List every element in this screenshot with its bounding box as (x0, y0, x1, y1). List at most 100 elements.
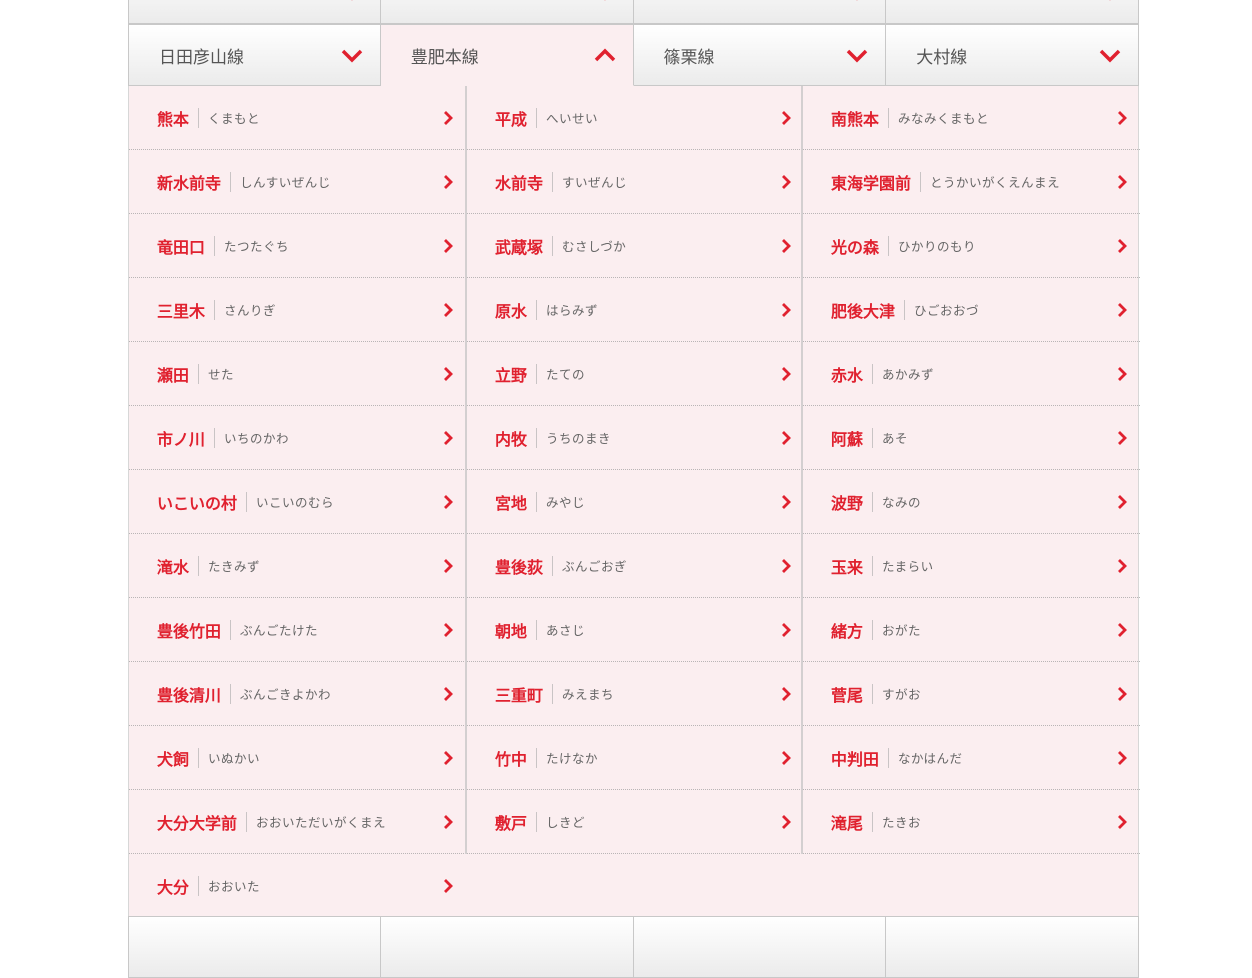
station-link[interactable]: 三重町 みえまち (467, 662, 804, 726)
chevron-right-icon (782, 174, 791, 189)
station-link[interactable]: 玉来 たまらい (803, 534, 1140, 598)
station-link[interactable]: 滝尾 たきお (803, 790, 1140, 854)
chevron-right-icon (1118, 494, 1127, 509)
chevron-right-icon (1118, 238, 1127, 253)
chevron-right-icon (444, 110, 453, 125)
tab-label: 日田彦山線 (159, 47, 244, 68)
tab-next-4[interactable] (886, 916, 1139, 978)
station-link[interactable]: いこいの村 いこいのむら (129, 470, 466, 534)
tab-next-3[interactable] (633, 916, 887, 978)
station-name: 竜田口 (157, 237, 206, 257)
station-link[interactable]: 菅尾 すがお (803, 662, 1140, 726)
station-name: 三重町 (495, 685, 544, 705)
divider (552, 235, 554, 256)
chevron-right-icon (782, 750, 791, 765)
station-link[interactable]: 光の森 ひかりのもり (803, 214, 1140, 278)
divider (230, 683, 232, 704)
station-link[interactable]: 瀬田 せた (129, 342, 466, 406)
station-link[interactable]: 赤水 あかみず (803, 342, 1140, 406)
chevron-down-icon (1099, 49, 1121, 63)
tab-row-next (128, 916, 1139, 978)
tab-next-1[interactable] (128, 916, 381, 978)
tab-prev-3[interactable] (633, 0, 887, 24)
divider (198, 363, 200, 384)
chevron-right-icon (782, 110, 791, 125)
chevron-right-icon (782, 814, 791, 829)
station-link[interactable]: 新水前寺 しんすいぜんじ (129, 150, 466, 214)
tab-prev-1[interactable] (128, 0, 381, 24)
station-link[interactable]: 犬飼 いぬかい (129, 726, 466, 790)
station-reading: おがた (882, 623, 922, 638)
divider (536, 107, 538, 128)
tab-label: 篠栗線 (663, 47, 715, 68)
station-link[interactable]: 市ノ川 いちのかわ (129, 406, 466, 470)
divider (888, 747, 890, 768)
station-reading: ひかりのもり (898, 239, 977, 254)
station-link[interactable]: 宮地 みやじ (467, 470, 804, 534)
station-link[interactable]: 大分大学前 おおいただいがくまえ (129, 790, 466, 854)
station-link[interactable]: 豊後清川 ぶんごきよかわ (129, 662, 466, 726)
tab-omura-line[interactable]: 大村線 (886, 24, 1139, 86)
station-link[interactable]: 水前寺 すいぜんじ (467, 150, 804, 214)
station-link[interactable]: 豊後荻 ぶんごおぎ (467, 534, 804, 598)
station-reading: たての (546, 367, 586, 382)
divider (246, 491, 248, 512)
station-reading: おおいただいがくまえ (256, 815, 387, 830)
station-link[interactable]: 東海学園前 とうかいがくえんまえ (803, 150, 1140, 214)
station-link[interactable]: 波野 なみの (803, 470, 1140, 534)
line-selector: 日田彦山線 豊肥本線 篠栗線 大村線 熊本 くまもと 新水前寺 しんすいぜんじ 竜田口た… (128, 0, 1140, 978)
station-reading: たつたぐち (224, 239, 290, 254)
station-reading: せた (208, 367, 235, 382)
station-link[interactable]: 熊本 くまもと (129, 86, 466, 150)
station-link[interactable]: 平成 へいせい (467, 86, 804, 150)
tab-hitahikosan-line[interactable]: 日田彦山線 (128, 24, 381, 86)
station-reading: なみの (882, 495, 922, 510)
station-name: 犬飼 (157, 749, 190, 769)
station-link[interactable]: 原水 はらみず (467, 278, 804, 342)
station-name: 中判田 (831, 749, 880, 769)
station-reading: たけなか (546, 751, 599, 766)
station-reading: たきみず (208, 559, 261, 574)
station-link[interactable]: 武蔵塚 むさしづか (467, 214, 804, 278)
station-link[interactable]: 立野 たての (467, 342, 804, 406)
station-link[interactable]: 敷戸 しきど (467, 790, 804, 854)
station-reading: とうかいがくえんまえ (930, 175, 1061, 190)
station-reading: しきど (546, 815, 586, 830)
station-reading: なかはんだ (898, 751, 963, 766)
divider (246, 811, 248, 832)
station-link[interactable]: 竜田口 たつたぐち (129, 214, 466, 278)
station-link[interactable]: 三里木 さんりぎ (129, 278, 466, 342)
tab-sasaguri-line[interactable]: 篠栗線 (633, 24, 887, 86)
station-link[interactable]: 朝地 あさじ (467, 598, 804, 662)
station-link[interactable]: 竹中 たけなか (467, 726, 804, 790)
station-link[interactable]: 南熊本 みなみくまもと (803, 86, 1140, 150)
divider (536, 491, 538, 512)
chevron-up-icon (594, 48, 615, 62)
chevron-down-icon (341, 49, 362, 63)
chevron-right-icon (444, 622, 453, 637)
station-name: 三里木 (157, 301, 206, 321)
divider (198, 875, 200, 896)
chevron-right-icon (1118, 110, 1127, 125)
station-link[interactable]: 内牧 うちのまき (467, 406, 804, 470)
station-link[interactable]: 中判田 なかはんだ (803, 726, 1140, 790)
station-reading: たまらい (882, 559, 934, 574)
station-link[interactable]: 緒方 おがた (803, 598, 1140, 662)
station-link[interactable]: 大分 おおいた (129, 854, 466, 918)
divider (872, 811, 874, 832)
station-reading: ぶんごきよかわ (240, 687, 332, 702)
chevron-right-icon (782, 366, 791, 381)
tab-next-2[interactable] (380, 916, 634, 978)
station-link[interactable]: 豊後竹田 ぶんごたけた (129, 598, 466, 662)
station-link[interactable]: 滝水 たきみず (129, 534, 466, 598)
chevron-right-icon (444, 494, 453, 509)
station-name: 阿蘇 (831, 429, 864, 449)
chevron-right-icon (1118, 750, 1127, 765)
chevron-right-icon (444, 366, 453, 381)
station-link[interactable]: 阿蘇 あそ (803, 406, 1140, 470)
tab-hohi-main-line[interactable]: 豊肥本線 (380, 24, 634, 86)
station-reading: はらみず (546, 303, 599, 318)
tab-prev-4[interactable] (886, 0, 1139, 24)
tab-prev-2[interactable] (380, 0, 634, 24)
station-link[interactable]: 肥後大津 ひごおおづ (803, 278, 1140, 342)
